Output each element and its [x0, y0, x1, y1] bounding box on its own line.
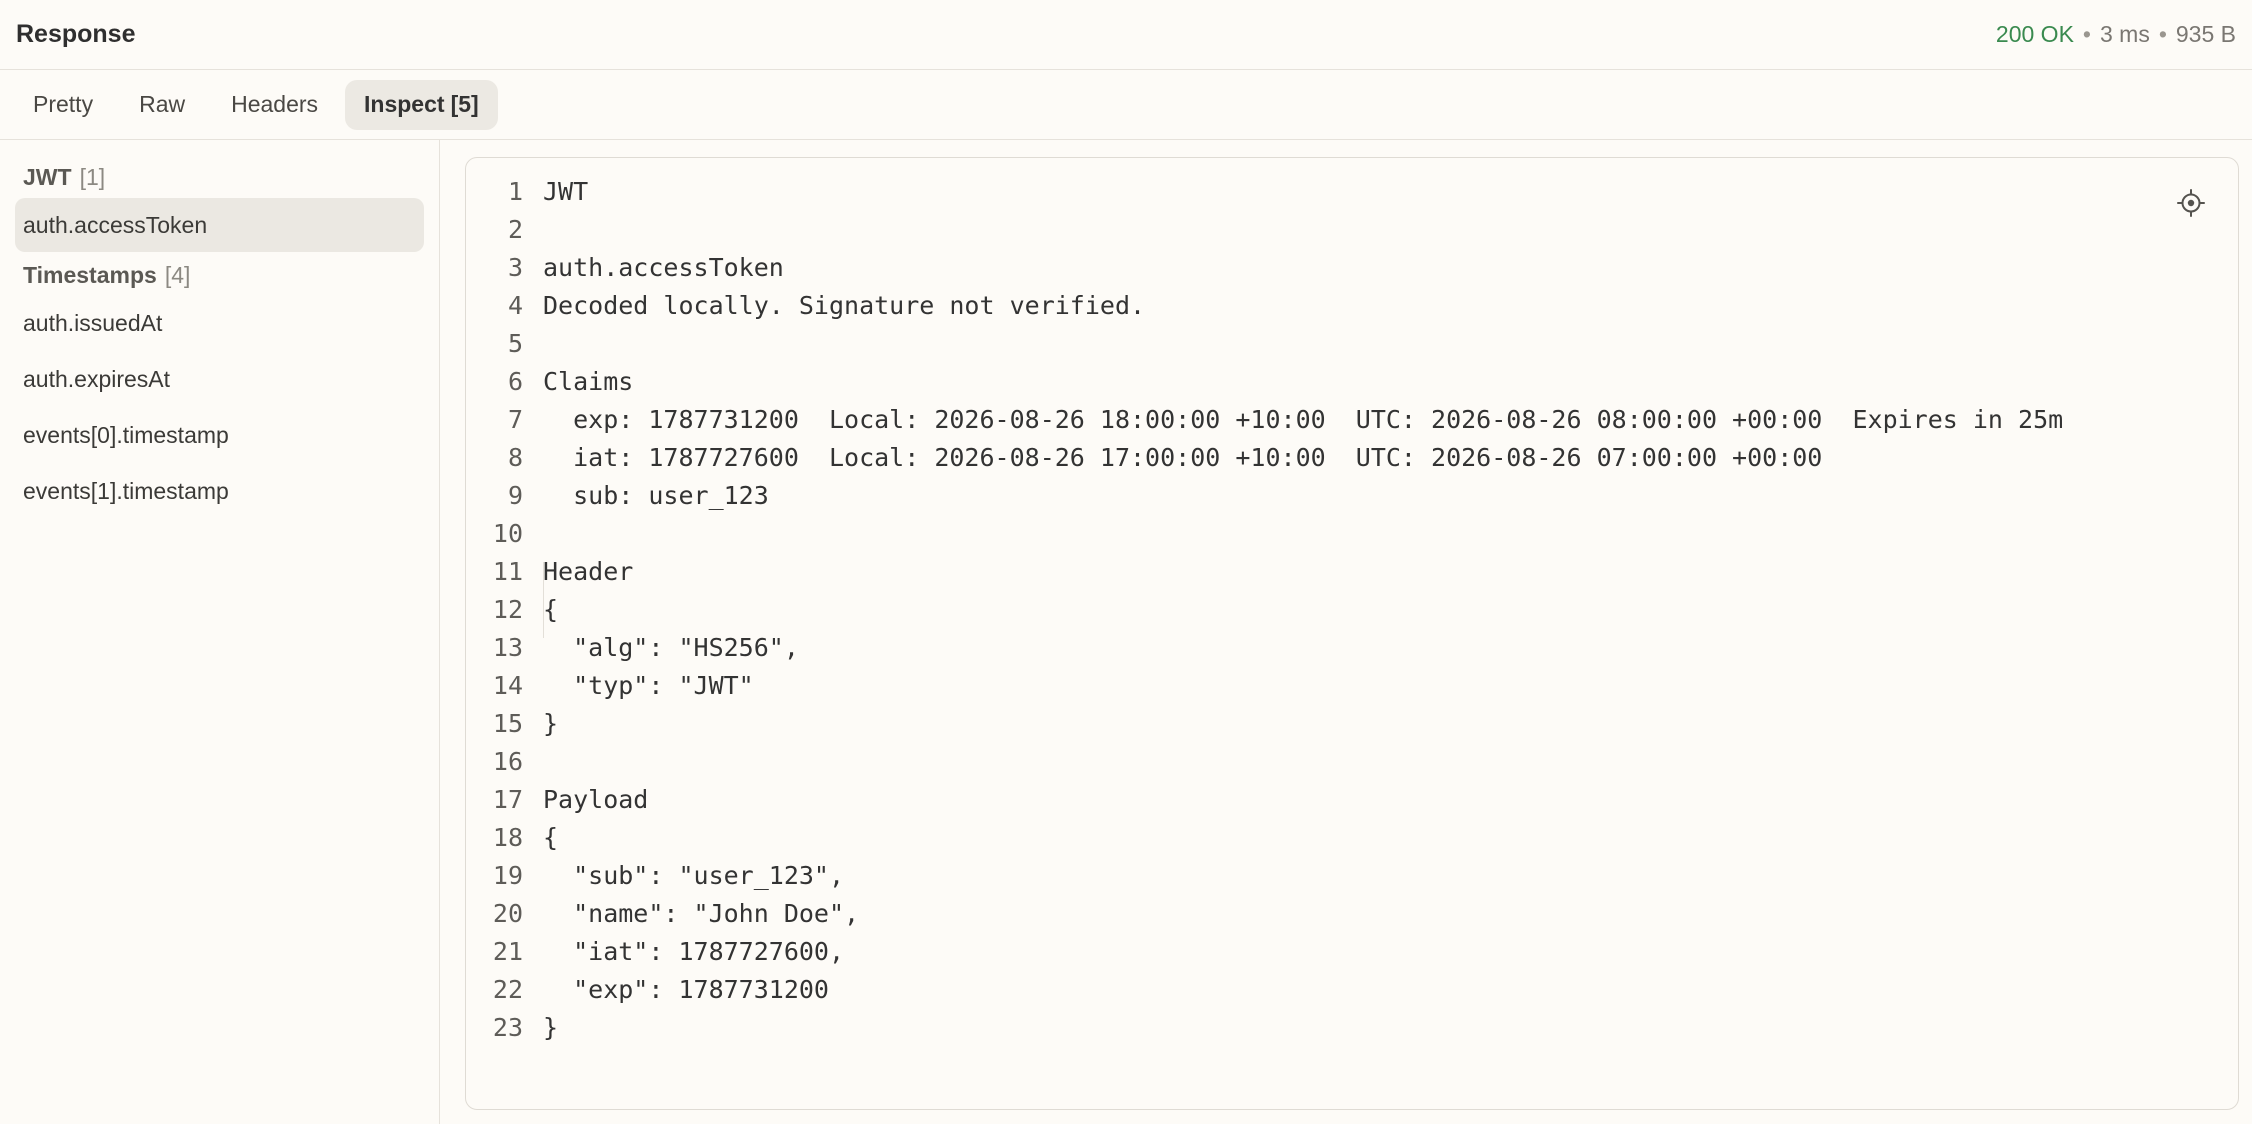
- tab-label: Inspect: [364, 91, 445, 117]
- line-number: 1: [507, 176, 523, 206]
- sidebar-item-events-1-timestamp[interactable]: events[1].timestamp: [15, 464, 424, 518]
- code-line: 5: [466, 324, 2063, 362]
- line-text: "alg": "HS256",: [543, 632, 799, 662]
- response-header: Response 200 OK • 3 ms • 935 B: [0, 0, 2252, 70]
- response-status: 200 OK • 3 ms • 935 B: [1996, 21, 2236, 48]
- response-tabs: Pretty Raw Headers Inspect [5]: [0, 70, 2252, 140]
- group-count: [1]: [79, 163, 106, 190]
- line-text: Decoded locally. Signature not verified.: [543, 290, 1146, 320]
- group-label: JWT: [23, 163, 72, 190]
- response-time: 3 ms: [2099, 21, 2150, 47]
- line-text: {: [543, 822, 559, 852]
- code-line: 10: [466, 514, 2063, 552]
- code-line: 3 auth.accessToken: [466, 248, 2063, 286]
- status-code: 200 OK: [1995, 21, 2074, 47]
- line-text: Payload: [543, 784, 649, 814]
- line-number: 6: [507, 366, 523, 396]
- inspect-sidebar: JWT [1] auth.accessToken Timestamps [4] …: [0, 140, 440, 1124]
- line-text: iat: 1787727600 Local: 2026-08-26 17:00:…: [543, 442, 1823, 472]
- line-number: 9: [507, 480, 523, 510]
- code-line: 21 "iat": 1787727600,: [466, 932, 2063, 970]
- tab-label: Pretty: [33, 91, 94, 117]
- line-number: 15: [492, 708, 523, 738]
- code-line: 19 "sub": "user_123",: [466, 856, 2063, 894]
- tab-pretty[interactable]: Pretty: [14, 80, 112, 130]
- code-line: 18 {: [466, 818, 2063, 856]
- line-text: JWT: [543, 176, 589, 206]
- line-text: {: [543, 594, 559, 624]
- sidebar-item-auth-expiresat[interactable]: auth.expiresAt: [15, 352, 424, 406]
- separator-dot: •: [2158, 21, 2167, 47]
- code-lines: 1 JWT 2 3 auth.accessToken 4 Decoded locally. …: [466, 172, 2063, 1046]
- tab-headers[interactable]: Headers: [212, 80, 337, 130]
- response-panel: Response 200 OK • 3 ms • 935 B Pretty Ra…: [0, 0, 2252, 1124]
- code-line: 17 Payload: [466, 780, 2063, 818]
- line-number: 10: [492, 518, 523, 548]
- code-line: 1 JWT: [466, 172, 2063, 210]
- line-text: Header: [543, 556, 634, 586]
- code-line: 9 sub: user_123: [466, 476, 2063, 514]
- line-text: "exp": 1787731200: [543, 974, 829, 1004]
- line-text: "iat": 1787727600,: [543, 936, 845, 966]
- code-line: 22 "exp": 1787731200: [466, 970, 2063, 1008]
- line-number: 19: [492, 860, 523, 890]
- code-line: 23}: [466, 1008, 2063, 1046]
- code-line: 20 "name": "John Doe",: [466, 894, 2063, 932]
- line-number: 22: [492, 974, 523, 1004]
- line-number: 12: [492, 594, 523, 624]
- line-number: 5: [507, 328, 523, 358]
- sidebar-item-auth-issuedat[interactable]: auth.issuedAt: [15, 296, 424, 350]
- group-label: Timestamps: [23, 261, 157, 288]
- code-line: 13 "alg": "HS256",: [466, 628, 2063, 666]
- line-number: 17: [492, 784, 523, 814]
- line-number: 13: [492, 632, 523, 662]
- code-line: 11 Header: [466, 552, 2063, 590]
- line-number: 16: [492, 746, 523, 776]
- code-line: 6 Claims: [466, 362, 2063, 400]
- page-title: Response: [16, 20, 136, 48]
- code-line: 14 "typ": "JWT": [466, 666, 2063, 704]
- line-text: "sub": "user_123",: [543, 860, 845, 890]
- line-number: 3: [507, 252, 523, 282]
- sidebar-item-auth-accesstoken[interactable]: auth.accessToken: [15, 198, 424, 252]
- separator-dot: •: [2082, 21, 2091, 47]
- tab-inspect[interactable]: Inspect [5]: [345, 79, 498, 130]
- line-text: exp: 1787731200 Local: 2026-08-26 18:00:…: [543, 404, 2064, 434]
- line-number: 18: [492, 822, 523, 852]
- line-text: }: [543, 708, 559, 738]
- line-text: auth.accessToken: [543, 252, 784, 282]
- line-number: 14: [492, 670, 523, 700]
- response-size: 935 B: [2175, 21, 2236, 47]
- code-line: 7 exp: 1787731200 Local: 2026-08-26 18:0…: [466, 400, 2063, 438]
- crosshair-icon[interactable]: [2176, 188, 2206, 218]
- tab-count: [5]: [450, 91, 479, 117]
- code-line: 12 {: [466, 590, 2063, 628]
- sidebar-item-events-0-timestamp[interactable]: events[0].timestamp: [15, 408, 424, 462]
- code-line: 16: [466, 742, 2063, 780]
- line-text: sub: user_123: [543, 480, 769, 510]
- tab-label: Raw: [139, 91, 186, 117]
- line-number: 23: [492, 1012, 523, 1042]
- line-number: 11: [492, 556, 523, 586]
- code-viewer[interactable]: 1 JWT 2 3 auth.accessToken 4 Decoded locally. …: [465, 157, 2239, 1110]
- line-number: 8: [507, 442, 523, 472]
- code-line: 15}: [466, 704, 2063, 742]
- line-text: "typ": "JWT": [543, 670, 754, 700]
- group-title-timestamps: Timestamps [4]: [15, 254, 424, 296]
- line-number: 2: [507, 214, 523, 244]
- line-text: Claims: [543, 366, 634, 396]
- code-line: 2: [466, 210, 2063, 248]
- tab-label: Headers: [231, 91, 319, 117]
- group-title-jwt: JWT [1]: [15, 156, 424, 198]
- code-line: 4 Decoded locally. Signature not verified…: [466, 286, 2063, 324]
- line-number: 20: [492, 898, 523, 928]
- code-line: 8 iat: 1787727600 Local: 2026-08-26 17:0…: [466, 438, 2063, 476]
- line-number: 7: [507, 404, 523, 434]
- line-number: 4: [507, 290, 523, 320]
- line-text: "name": "John Doe",: [543, 898, 860, 928]
- tab-raw[interactable]: Raw: [120, 80, 204, 130]
- line-number: 21: [492, 936, 523, 966]
- group-count: [4]: [164, 261, 191, 288]
- line-text: }: [543, 1012, 559, 1042]
